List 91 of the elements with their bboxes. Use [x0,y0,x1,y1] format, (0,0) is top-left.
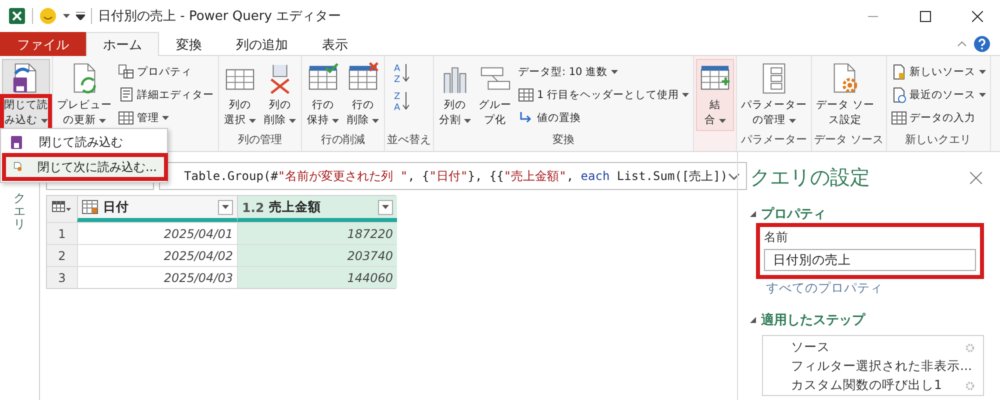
column-title: 日付 [103,198,130,216]
group-label: 新しいクエリ [904,132,972,148]
all-properties-link[interactable]: すべてのプロパティ [766,280,984,297]
smiley-icon[interactable] [39,7,57,25]
ribbon-button[interactable]: 値の置換 [516,107,692,128]
row-number: 2 [47,244,77,266]
ribbon-button[interactable]: データ型: 10 進数 [516,61,692,82]
column-header[interactable]: 1.2 売上金額 [237,196,397,222]
spreadsheet-app-icon [8,7,26,25]
file-tab[interactable]: ファイル [0,32,86,56]
maximize-icon [920,10,930,22]
ribbon-button[interactable]: グルー プ化 [476,59,514,131]
table-cell: 144060 [237,266,397,288]
menu-item[interactable]: 閉じて次に読み込む... [5,156,165,178]
ribbon-button[interactable]: データ ソー ス設定 [814,59,876,131]
name-field[interactable]: 日付別の売上 [764,249,976,271]
ribbon-button[interactable]: 新しいソース [888,61,988,82]
ribbon-button[interactable]: 最近のソース [888,84,988,105]
group-label: データ ソース [814,132,884,148]
ribbon-button[interactable]: 行の 保持 [304,59,342,131]
formula-text: Table.Group(#"名前が変更された列 ", {"日付"}, {{"売上金額", each List.Sum([売上]) [184,168,728,184]
caret-icon [222,205,229,209]
ribbon-button[interactable]: パラメーター の管理 [739,59,810,131]
ribbon-button[interactable]: 列の 分割 [436,59,474,131]
menu-item[interactable]: 閉じて読み込む [1,131,167,153]
close-pane-button[interactable] [968,170,984,186]
column-title: 売上金額 [269,198,322,216]
sort-button[interactable]: A Z [393,61,411,85]
section-heading: 適用したステップ [761,312,865,329]
table-cell: 2025/04/02 [77,244,237,266]
ribbon-button[interactable]: 列の 選択 [221,59,259,131]
field-label: 名前 [764,229,789,246]
ribbon-tab[interactable]: 変換 [159,32,219,56]
close-icon [970,172,982,184]
table-cell: 203740 [237,244,397,266]
script-document-icon [118,86,134,102]
step-item[interactable]: ソース [791,339,961,356]
group-label: 並べ替え [387,132,431,148]
document-clock-icon [890,86,907,102]
group-label: 列の管理 [237,132,283,148]
sort-button[interactable]: Z A [393,89,411,113]
ribbon-tab[interactable]: 表示 [305,32,365,56]
table-cell: 187220 [237,222,397,244]
close-icon [972,10,982,22]
window-title: 日付別の売上 - Power Query エディター [98,8,342,25]
replace-arrow-icon [518,110,534,126]
row-number: 3 [47,266,77,288]
row-number: 1 [47,222,77,244]
section-heading: プロパティ [761,206,826,223]
ribbon-button[interactable]: 管理 [116,107,216,128]
grid-icon [518,86,534,102]
group-label: 行の削減 [320,132,366,148]
grid-icon [118,110,134,126]
ribbon-button[interactable]: 列の 削除 [261,59,299,131]
ribbon-tab[interactable]: 列の追加 [219,32,305,56]
chevron-down-icon[interactable] [728,172,740,180]
ribbon-button[interactable]: プロパティ [116,61,216,82]
table-icon [52,201,72,213]
table-cell: 2025/04/01 [77,222,237,244]
customize-toolbar-icon[interactable] [76,12,85,20]
column-header[interactable]: 日付 [77,196,237,222]
ribbon-button[interactable]: 閉じて読 み込む [2,59,50,131]
formula-bar[interactable]: Table.Group(#"名前が変更された列 ", {"日付"}, {{"売上金額", each List.Sum([売上]) [159,162,747,190]
grid-icon [890,110,907,126]
queries-pane-label[interactable]: クエリ [14,192,26,232]
filter-button[interactable] [378,200,393,214]
help-icon [973,34,991,52]
table-menu-button[interactable] [47,196,77,222]
step-item[interactable]: フィルター選択された非表示... [791,358,972,375]
collapse-triangle-icon[interactable] [750,211,756,217]
chevron-up-icon [957,40,967,46]
calendar-icon [82,200,98,214]
ribbon-button[interactable]: 結 合 [696,59,734,131]
table-cell: 2025/04/03 [77,266,237,288]
ribbon-button[interactable]: 行の 削除 [344,59,382,131]
new-document-icon [890,64,907,80]
group-label: パラメーター [740,132,808,148]
ribbon-tab[interactable]: ホーム [86,32,159,56]
ribbon-button[interactable]: 詳細エディター [116,84,216,105]
type-label[interactable]: 1.2 [242,200,264,214]
step-item[interactable]: カスタム関数の呼び出し1 [791,377,961,394]
collapse-triangle-icon[interactable] [750,317,756,323]
caret-icon [382,205,389,209]
ribbon-button[interactable]: データの入力 [888,107,988,128]
ribbon-button[interactable]: 1 行目をヘッダーとして使用 [516,84,692,105]
save-document-icon [9,134,25,150]
group-label: 変換 [552,132,576,148]
properties-icon [118,64,134,80]
filter-button[interactable] [218,200,233,214]
pane-title: クエリの設定 [750,164,870,191]
caret-icon [63,14,70,18]
